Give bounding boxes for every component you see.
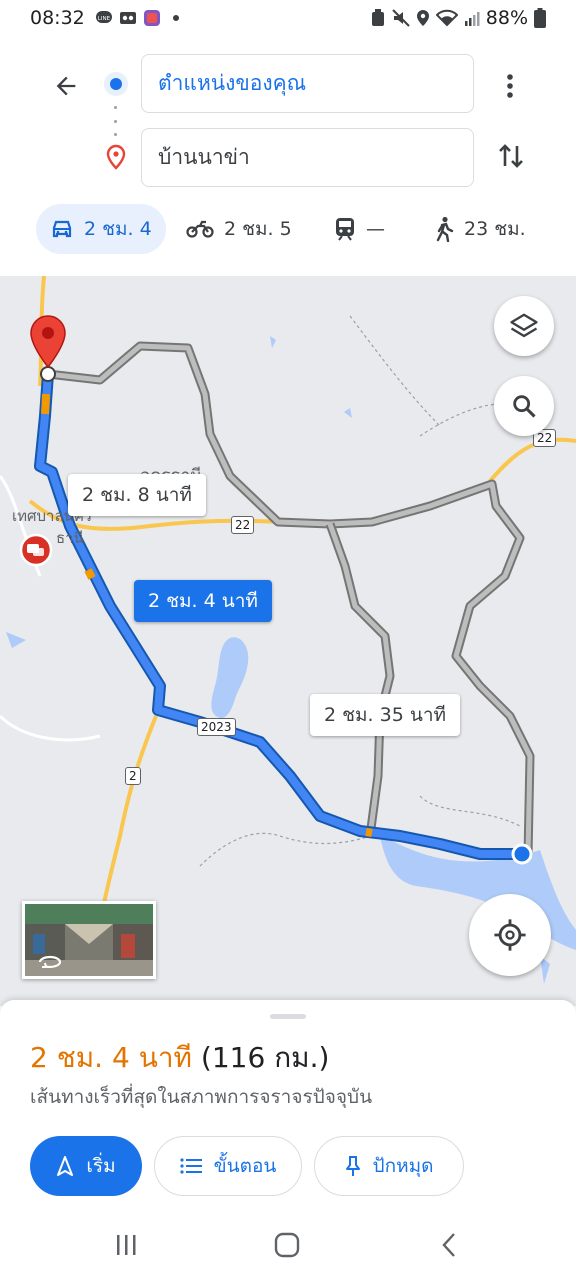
home-button[interactable] bbox=[272, 1230, 302, 1260]
map-view[interactable]: อุดรธานี เทศบาลนคร ธานี 22 22 2023 2 2 ช… bbox=[0, 276, 576, 1006]
line-icon: LINE bbox=[95, 11, 112, 23]
traffic-slow-segment-3 bbox=[365, 828, 373, 837]
destination-field[interactable]: บ้านนาข่า bbox=[141, 128, 474, 187]
pin-icon bbox=[345, 1156, 360, 1176]
arrow-back-icon bbox=[56, 76, 76, 96]
recent-apps-icon bbox=[117, 1235, 136, 1255]
pin-button[interactable]: ปักหมุด bbox=[314, 1136, 464, 1196]
road-shield: 2023 bbox=[197, 718, 236, 736]
battery-percent: 88% bbox=[485, 7, 528, 29]
my-location-icon bbox=[494, 919, 526, 951]
tab-walk[interactable]: 23 ชม. bbox=[434, 204, 526, 254]
directions-header: ตำแหน่งของคุณ บ้านนาข่า 2 ชม. 4 2 ชม. 5 … bbox=[0, 36, 576, 276]
chevron-left-icon bbox=[442, 1233, 455, 1257]
system-navigation-bar bbox=[0, 1212, 576, 1280]
route-distance: (116 กม.) bbox=[200, 1041, 330, 1074]
route-duration-label-main[interactable]: 2 ชม. 4 นาที bbox=[134, 580, 272, 622]
svg-text:LINE: LINE bbox=[98, 16, 111, 22]
pond-2 bbox=[270, 336, 276, 348]
more-vert-icon bbox=[507, 74, 513, 98]
app-icon bbox=[143, 10, 160, 26]
pond-3 bbox=[344, 408, 352, 418]
pin-label: ปักหมุด bbox=[372, 1155, 434, 1177]
my-location-button[interactable] bbox=[469, 894, 551, 976]
traffic-incident-icon[interactable] bbox=[19, 533, 53, 567]
road-shield: 22 bbox=[231, 516, 255, 534]
pond bbox=[6, 632, 26, 648]
travel-mode-tabs: 2 ชม. 4 2 ชม. 5 — 23 ชม. bbox=[0, 204, 576, 256]
navigation-arrow-icon bbox=[57, 1156, 74, 1176]
route-duration-label-alt1[interactable]: 2 ชม. 8 นาที bbox=[68, 474, 206, 516]
street-view-rotate-icon bbox=[38, 955, 62, 969]
mute-icon bbox=[392, 9, 410, 27]
recycle-icon bbox=[371, 9, 384, 26]
start-label: เริ่ม bbox=[86, 1155, 116, 1177]
alt-route-2-fill bbox=[327, 523, 393, 837]
origin-field[interactable]: ตำแหน่งของคุณ bbox=[141, 54, 474, 113]
tab-car-label: 2 ชม. 4 bbox=[84, 218, 152, 240]
steps-label: ขั้นตอน bbox=[213, 1155, 277, 1177]
tab-transit[interactable]: — bbox=[334, 204, 385, 254]
status-bar: 08:32 LINE 88% bbox=[0, 0, 576, 36]
route-connector-dots bbox=[114, 106, 118, 136]
main-route-fill bbox=[36, 370, 526, 858]
route-end-point bbox=[40, 366, 56, 382]
status-right-group: 88% bbox=[370, 7, 546, 29]
tab-walk-label: 23 ชม. bbox=[464, 218, 526, 240]
swap-vert-icon bbox=[499, 144, 523, 168]
road-minor bbox=[0, 714, 101, 742]
wifi-icon bbox=[435, 9, 458, 27]
tab-transit-label: — bbox=[366, 218, 385, 240]
destination-text: บ้านนาข่า bbox=[158, 145, 250, 169]
signal-icon bbox=[464, 12, 480, 26]
car-icon bbox=[52, 220, 72, 238]
list-icon bbox=[180, 1158, 202, 1174]
walk-icon bbox=[436, 216, 454, 242]
tab-car[interactable]: 2 ชม. 4 bbox=[36, 204, 166, 254]
steps-button[interactable]: ขั้นตอน bbox=[154, 1136, 302, 1196]
route-duration-label-alt2[interactable]: 2 ชม. 35 นาที bbox=[310, 694, 461, 736]
start-button[interactable]: เริ่ม bbox=[30, 1136, 142, 1196]
more-options-button[interactable] bbox=[495, 66, 525, 106]
alt-route-2 bbox=[325, 522, 395, 837]
street-view-thumbnail[interactable] bbox=[22, 901, 156, 979]
municipality-label-2: ธานี bbox=[56, 529, 84, 547]
destination-marker-icon[interactable] bbox=[30, 315, 66, 369]
battery-icon bbox=[534, 8, 546, 28]
dot-icon bbox=[172, 15, 179, 21]
system-back-button[interactable] bbox=[434, 1230, 464, 1260]
search-icon bbox=[513, 395, 536, 418]
route-start-point bbox=[511, 843, 533, 865]
google-maps-directions-screen: 08:32 LINE 88% ตำแหน่งของคุณ บ้านนาข่า 2… bbox=[0, 0, 576, 1280]
train-icon bbox=[336, 218, 354, 241]
road-shield: 2 bbox=[125, 767, 141, 785]
motorcycle-icon bbox=[186, 220, 214, 238]
status-time: 08:32 bbox=[30, 7, 85, 29]
back-button[interactable] bbox=[46, 66, 86, 106]
route-time: 2 ชม. 4 นาที bbox=[30, 1041, 193, 1074]
origin-text: ตำแหน่งของคุณ bbox=[158, 71, 307, 95]
reservoir bbox=[211, 637, 249, 719]
tab-motorcycle[interactable]: 2 ชม. 5 bbox=[186, 204, 292, 254]
layers-button[interactable] bbox=[494, 296, 554, 356]
route-subtitle: เส้นทางเร็วที่สุดในสภาพการจราจรปัจจุบัน bbox=[30, 1086, 373, 1108]
swap-button[interactable] bbox=[493, 136, 529, 176]
home-icon bbox=[274, 1232, 300, 1258]
map-canvas bbox=[0, 276, 576, 984]
recent-apps-button[interactable] bbox=[111, 1230, 141, 1260]
search-along-route-button[interactable] bbox=[494, 376, 554, 436]
origin-dot-icon bbox=[104, 72, 128, 96]
route-summary: 2 ชม. 4 นาที (116 กม.) bbox=[30, 1036, 329, 1080]
layers-icon bbox=[510, 313, 538, 338]
traffic-slow-segment bbox=[41, 393, 50, 415]
location-icon bbox=[416, 10, 429, 26]
sheet-drag-handle[interactable] bbox=[270, 1014, 306, 1019]
route-summary-sheet[interactable]: 2 ชม. 4 นาที (116 กม.) เส้นทางเร็วที่สุด… bbox=[0, 1000, 576, 1212]
traffic-slow-segment-2 bbox=[84, 568, 96, 580]
voicemail-icon bbox=[119, 12, 136, 24]
tab-motorcycle-label: 2 ชม. 5 bbox=[224, 218, 292, 240]
destination-pin-icon bbox=[106, 144, 126, 170]
